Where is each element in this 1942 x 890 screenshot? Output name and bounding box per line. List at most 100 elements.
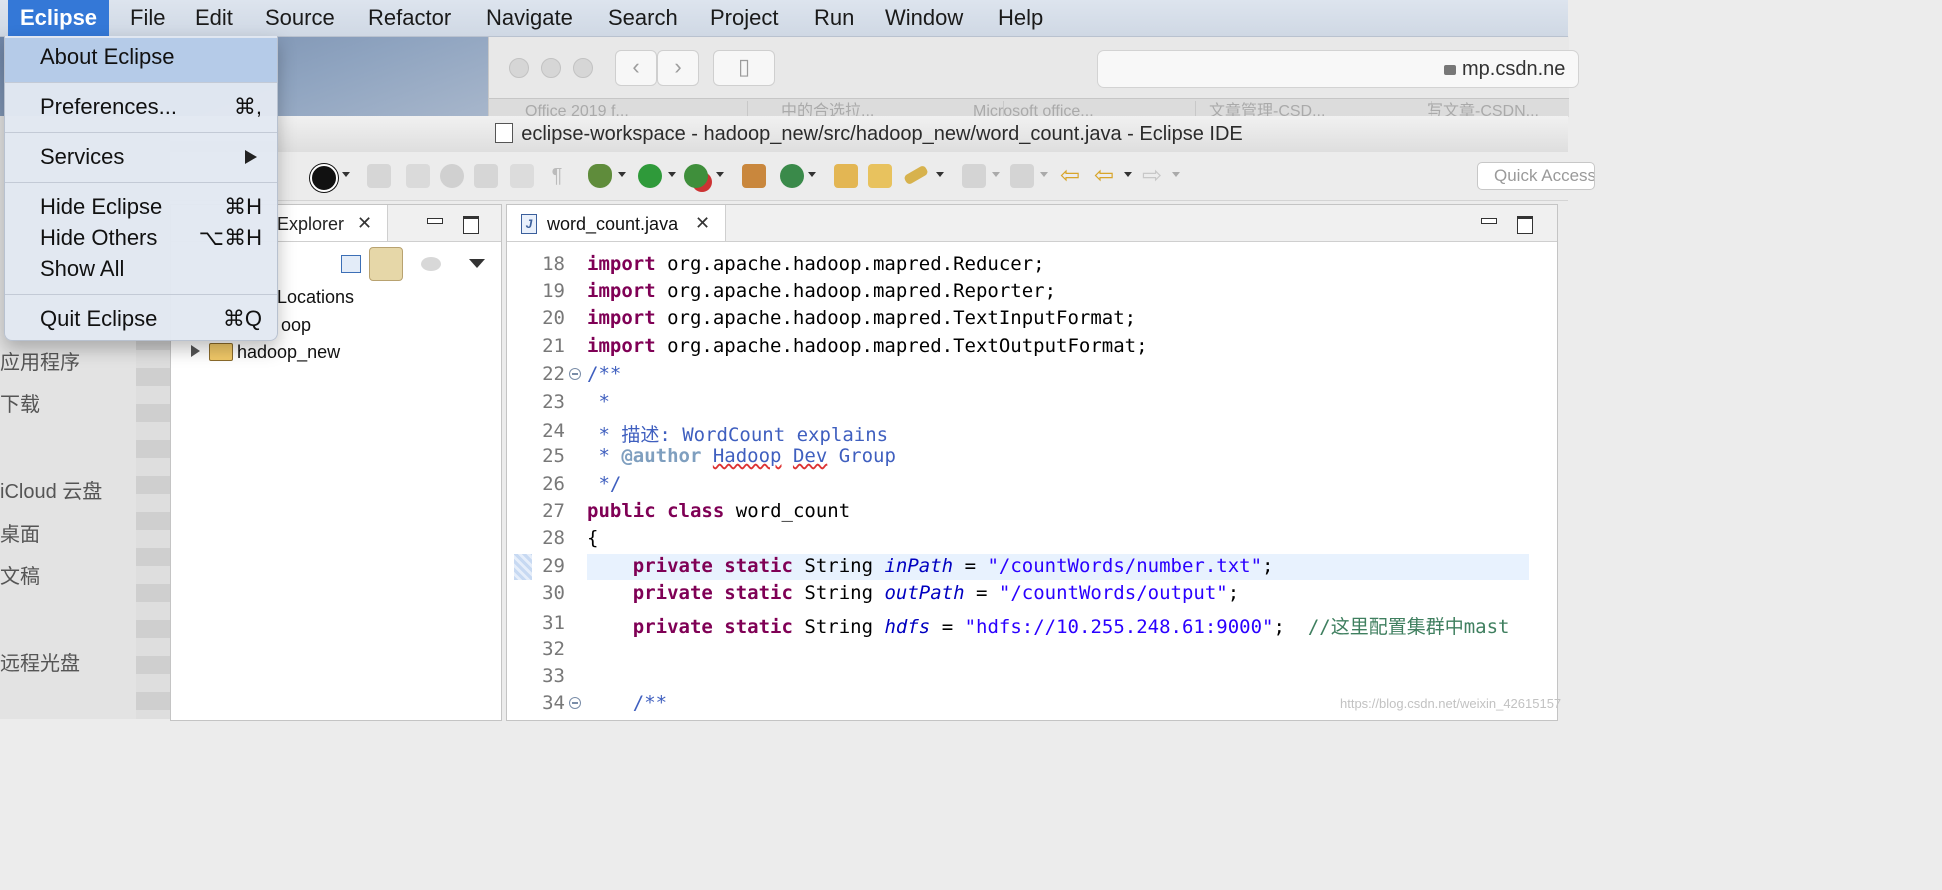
editor-tab[interactable]: J word_count.java ✕ xyxy=(507,205,726,241)
link-with-editor-icon[interactable] xyxy=(369,247,403,281)
maximize-editor-icon[interactable] xyxy=(1517,216,1533,234)
debug-icon[interactable] xyxy=(588,164,612,188)
menu-item-about[interactable]: About Eclipse xyxy=(40,44,175,70)
minimize-view-icon[interactable] xyxy=(427,218,443,224)
open-task-icon[interactable] xyxy=(868,164,892,188)
zoom-traffic-light-icon[interactable] xyxy=(573,58,593,78)
code-line[interactable]: private static String inPath = "/countWo… xyxy=(587,555,1274,577)
dropdown-arrow-icon[interactable] xyxy=(716,172,724,177)
minimize-traffic-light-icon[interactable] xyxy=(541,58,561,78)
quick-access-input[interactable]: Quick Access xyxy=(1477,162,1595,190)
url-label: mp.csdn.ne xyxy=(1462,58,1566,80)
dropdown-arrow-icon[interactable] xyxy=(342,172,350,177)
menu-shortcut-hide-eclipse: ⌘H xyxy=(224,194,262,219)
tree-item-locations[interactable]: Locations xyxy=(277,287,354,308)
toolbar-disabled-icon xyxy=(440,164,464,188)
menu-refactor[interactable]: Refactor xyxy=(356,0,463,36)
close-tab-icon[interactable]: ✕ xyxy=(695,213,710,234)
menu-run[interactable]: Run xyxy=(802,0,866,36)
tree-item-hadoop-new[interactable]: hadoop_new xyxy=(237,342,340,363)
close-tab-icon[interactable]: ✕ xyxy=(357,213,372,234)
toolbar-disabled-icon xyxy=(367,164,391,188)
code-line[interactable]: * xyxy=(587,391,609,413)
menu-help[interactable]: Help xyxy=(986,0,1055,36)
toolbar-disabled-icon xyxy=(474,164,498,188)
menu-bar: Eclipse File Edit Source Refactor Naviga… xyxy=(0,0,1568,37)
menu-item-services[interactable]: Services xyxy=(40,144,124,170)
open-type-icon[interactable] xyxy=(834,164,858,188)
menu-item-hide-eclipse[interactable]: Hide Eclipse xyxy=(40,194,162,220)
browser-window: ‹ › ▯ mp.csdn.ne Office 2019 f... 中的合选拉.… xyxy=(488,36,1579,117)
menu-file[interactable]: File xyxy=(118,0,177,36)
menu-source[interactable]: Source xyxy=(253,0,347,36)
code-line[interactable]: /** xyxy=(587,692,667,714)
collapse-all-icon[interactable] xyxy=(341,255,361,273)
code-line[interactable]: import org.apache.hadoop.mapred.Reporter… xyxy=(587,280,1056,302)
menu-item-hide-others[interactable]: Hide Others xyxy=(40,225,157,251)
code-line[interactable]: * @author Hadoop Dev Group xyxy=(587,445,896,467)
line-number: 19 xyxy=(542,280,565,302)
menu-navigate[interactable]: Navigate xyxy=(474,0,585,36)
dropdown-arrow-icon[interactable] xyxy=(936,172,944,177)
fold-collapse-icon[interactable] xyxy=(569,368,581,380)
run-external-icon[interactable] xyxy=(684,164,708,188)
menu-search[interactable]: Search xyxy=(596,0,690,36)
new-package-icon[interactable] xyxy=(742,164,766,188)
menu-eclipse[interactable]: Eclipse xyxy=(8,0,110,36)
finder-item-downloads[interactable]: 下载 xyxy=(0,388,40,417)
maximize-view-icon[interactable] xyxy=(463,216,479,234)
browser-tab[interactable]: Office 2019 f... xyxy=(489,101,748,117)
fold-collapse-icon[interactable] xyxy=(569,697,581,709)
code-line[interactable]: import org.apache.hadoop.mapred.TextInpu… xyxy=(587,307,1136,329)
new-class-icon[interactable] xyxy=(780,164,804,188)
menu-project[interactable]: Project xyxy=(698,0,790,36)
code-line[interactable]: private static String outPath = "/countW… xyxy=(587,582,1239,604)
browser-tab[interactable]: 写文章-CSDN... xyxy=(1377,101,1569,117)
menu-item-quit[interactable]: Quit Eclipse xyxy=(40,306,157,332)
finder-item-documents[interactable]: 文稿 xyxy=(0,560,40,589)
tree-item-hadoop[interactable]: oop xyxy=(281,315,311,336)
forward-chevron-icon[interactable]: › xyxy=(657,50,699,86)
package-explorer-tab-label: Explorer xyxy=(277,214,345,234)
finder-item-applications[interactable]: 应用程序 xyxy=(0,346,80,375)
eclipse-title-bar: eclipse-workspace - hadoop_new/src/hadoo… xyxy=(170,116,1568,153)
code-line[interactable]: import org.apache.hadoop.mapred.Reducer; xyxy=(587,253,1045,275)
view-menu-icon[interactable] xyxy=(469,259,485,268)
menu-item-show-all[interactable]: Show All xyxy=(40,256,124,282)
window-title: eclipse-workspace - hadoop_new/src/hadoo… xyxy=(521,123,1243,145)
close-traffic-light-icon[interactable] xyxy=(509,58,529,78)
user-icon[interactable] xyxy=(310,164,338,192)
sidebar-toggle-icon[interactable]: ▯ xyxy=(713,50,775,86)
menu-edit[interactable]: Edit xyxy=(183,0,245,36)
watermark-text: https://blog.csdn.net/weixin_42615157 xyxy=(1340,696,1562,711)
last-edit-icon[interactable]: ⇦ xyxy=(1058,164,1082,188)
finder-item-icloud[interactable]: iCloud 云盘 xyxy=(0,475,102,504)
back-chevron-icon[interactable]: ‹ xyxy=(615,50,657,86)
code-line[interactable]: { xyxy=(587,527,598,549)
run-icon[interactable] xyxy=(638,164,662,188)
minimize-editor-icon[interactable] xyxy=(1481,218,1497,224)
dropdown-arrow-icon[interactable] xyxy=(1124,172,1132,177)
line-number: 34 xyxy=(542,692,565,714)
menu-item-preferences[interactable]: Preferences... xyxy=(40,94,177,120)
code-line[interactable]: import org.apache.hadoop.mapred.TextOutp… xyxy=(587,335,1148,357)
menu-window[interactable]: Window xyxy=(873,0,975,36)
expand-arrow-icon[interactable] xyxy=(191,345,200,357)
code-line[interactable]: */ xyxy=(587,473,621,495)
finder-item-remote-disc[interactable]: 远程光盘 xyxy=(0,647,80,676)
code-line[interactable]: public class word_count xyxy=(587,500,850,522)
dropdown-arrow-icon[interactable] xyxy=(668,172,676,177)
occurrence-marker-icon xyxy=(514,554,532,580)
search-icon[interactable] xyxy=(903,164,929,186)
code-line[interactable]: private static String hdfs = "hdfs://10.… xyxy=(587,612,1527,639)
java-file-icon xyxy=(495,123,514,143)
code-line[interactable]: * 描述: WordCount explains xyxy=(587,420,888,447)
dropdown-arrow-icon[interactable] xyxy=(618,172,626,177)
line-number: 24 xyxy=(542,420,565,442)
finder-item-desktop[interactable]: 桌面 xyxy=(0,518,40,547)
back-icon[interactable]: ⇦ xyxy=(1092,164,1116,188)
dropdown-arrow-icon[interactable] xyxy=(808,172,816,177)
toolbar-disabled-icon xyxy=(406,164,430,188)
code-line[interactable]: /** xyxy=(587,363,621,385)
line-number: 27 xyxy=(542,500,565,522)
